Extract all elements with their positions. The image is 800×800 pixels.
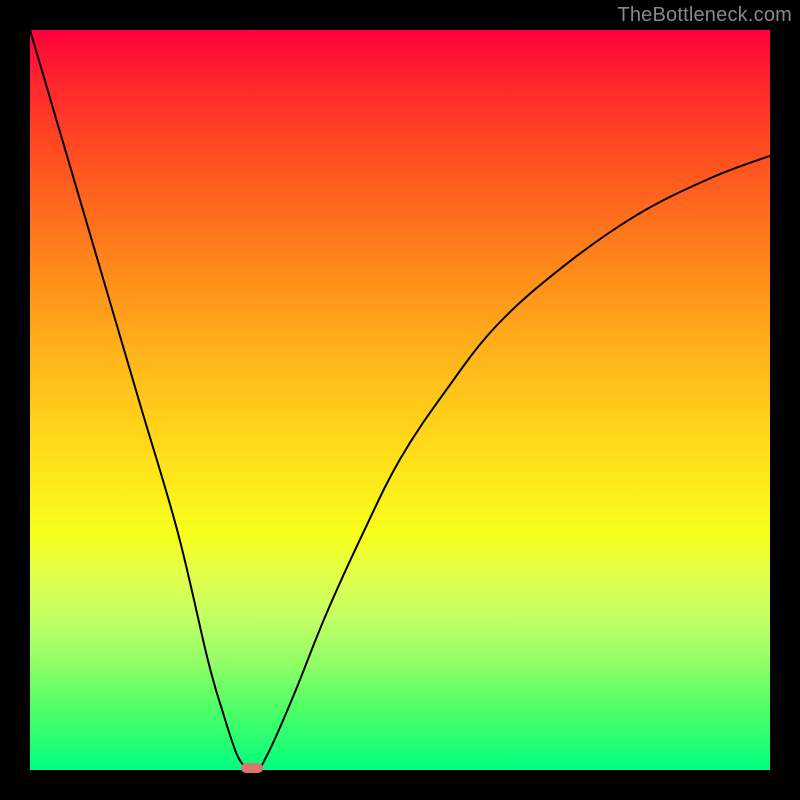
curve-right-branch <box>259 156 770 770</box>
minimum-marker <box>241 763 263 773</box>
chart-frame: TheBottleneck.com <box>0 0 800 800</box>
curve-left-branch <box>30 30 248 770</box>
watermark-text: TheBottleneck.com <box>617 4 792 27</box>
bottleneck-curve <box>30 30 770 770</box>
